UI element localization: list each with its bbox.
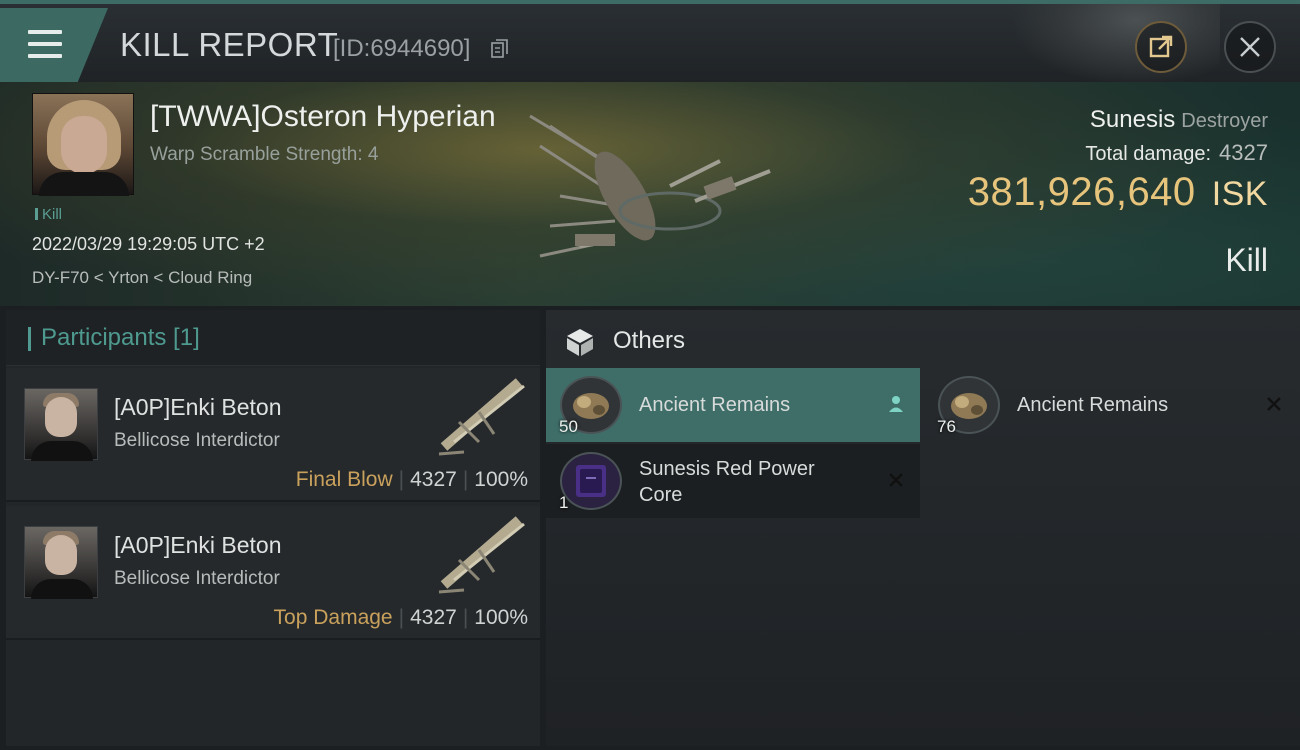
item-name: Ancient Remains: [1017, 394, 1169, 416]
participant-ship-image[interactable]: [424, 510, 534, 598]
warp-scramble-strength: Warp Scramble Strength: 4: [150, 144, 379, 165]
total-damage-value: 4327: [1219, 140, 1268, 165]
others-panel: Others 50 Ancient Remains 76 Ancient Rem…: [546, 310, 1300, 746]
person-icon: [889, 396, 903, 412]
participant-ship: Bellicose Interdictor: [114, 568, 280, 589]
victim-banner: [TWWA]Osteron Hyperian Warp Scramble Str…: [0, 82, 1300, 306]
close-icon: [889, 473, 903, 487]
kill-tag: Kill: [35, 206, 62, 223]
isk-unit: ISK: [1211, 175, 1268, 213]
participant-stats: Top Damage | 4327 | 100%: [273, 606, 528, 629]
participant-percent: 100%: [474, 606, 528, 629]
participants-tab[interactable]: Participants [1]: [6, 310, 540, 366]
participant-row[interactable]: [A0P]Enki Beton Bellicose Interdictor To…: [6, 506, 540, 640]
close-icon: [1267, 397, 1281, 411]
item-name: Sunesis Red Power Core: [639, 458, 815, 506]
kill-location[interactable]: DY-F70 < Yrton < Cloud Ring: [32, 268, 252, 288]
item-quantity: 50: [559, 417, 578, 436]
share-button[interactable]: [1135, 21, 1187, 73]
participant-avatar[interactable]: [24, 388, 98, 461]
participants-panel: Participants [1] [A0P]Enki Beton Bellico…: [6, 310, 540, 746]
share-icon: [1149, 35, 1173, 58]
loot-item[interactable]: 1 Sunesis Red Power Core: [546, 444, 920, 518]
final-blow-tag: Final Blow: [295, 468, 393, 491]
hamburger-icon: [28, 30, 62, 66]
copy-icon[interactable]: [491, 39, 509, 59]
page-title: KILL REPORT: [120, 26, 339, 63]
top-damage-tag: Top Damage: [273, 606, 393, 629]
power-core-icon: [560, 452, 622, 510]
kill-timestamp: 2022/03/29 19:29:05 UTC +2: [32, 234, 265, 254]
cube-icon: [567, 329, 593, 356]
item-quantity: 1: [559, 493, 569, 512]
participant-damage: 4327: [410, 468, 457, 491]
close-icon: [1240, 37, 1260, 57]
participant-stats: Final Blow | 4327 | 100%: [295, 468, 528, 491]
participant-name[interactable]: [A0P]Enki Beton: [114, 532, 282, 559]
loot-item[interactable]: 76 Ancient Remains: [924, 368, 1298, 442]
ship-name: Sunesis: [1089, 106, 1176, 133]
others-label: Others: [613, 327, 686, 354]
close-button[interactable]: [1224, 21, 1276, 73]
isk-value: 381,926,640 ISK: [968, 170, 1268, 215]
victim-name[interactable]: [TWWA]Osteron Hyperian: [150, 100, 496, 134]
participants-label: Participants [1]: [41, 324, 200, 351]
report-id: [ID:6944690]: [333, 35, 471, 62]
item-quantity: 76: [937, 417, 956, 436]
victim-portrait[interactable]: [32, 93, 134, 196]
participant-ship-image[interactable]: [424, 372, 534, 460]
total-damage-label: Total damage:: [1085, 143, 1212, 165]
kill-tag-label: Kill: [42, 206, 63, 223]
participant-name[interactable]: [A0P]Enki Beton: [114, 394, 282, 421]
participant-avatar[interactable]: [24, 526, 98, 599]
top-bar: KILL REPORT [ID:6944690]: [0, 0, 1300, 86]
isk-amount: 381,926,640: [967, 170, 1196, 214]
participant-percent: 100%: [474, 468, 528, 491]
ship-class: Destroyer: [1181, 110, 1268, 132]
loot-item[interactable]: 50 Ancient Remains: [546, 368, 920, 442]
menu-button[interactable]: [0, 8, 108, 82]
item-name: Ancient Remains: [639, 394, 791, 416]
victim-ship[interactable]: Sunesis Destroyer: [1090, 106, 1268, 134]
background-planet: [1010, 4, 1220, 86]
participant-ship: Bellicose Interdictor: [114, 430, 280, 451]
total-damage: Total damage: 4327: [1085, 140, 1268, 166]
victim-ship-image[interactable]: [520, 106, 780, 276]
kill-result: Kill: [1225, 242, 1268, 278]
participant-damage: 4327: [410, 606, 457, 629]
participant-row[interactable]: [A0P]Enki Beton Bellicose Interdictor Fi…: [6, 368, 540, 502]
